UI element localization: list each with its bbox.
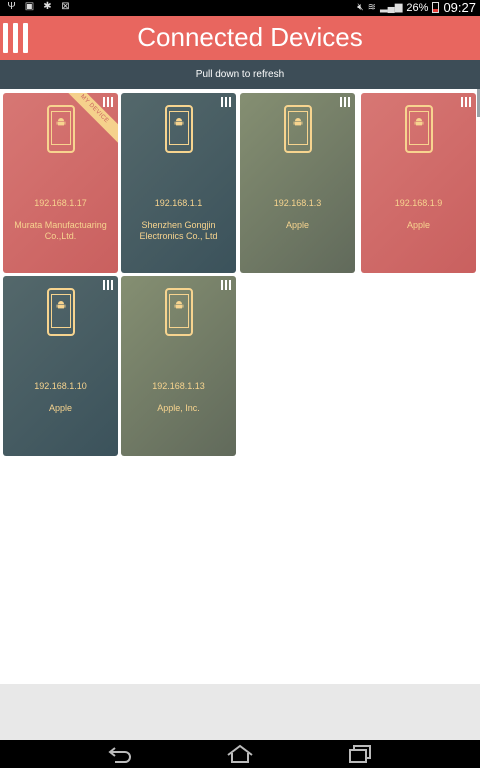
page-title: Connected Devices bbox=[137, 22, 363, 52]
drag-handle-icon[interactable] bbox=[461, 97, 471, 107]
back-icon[interactable] bbox=[105, 744, 135, 764]
phone-icon bbox=[164, 105, 193, 153]
android-icon bbox=[414, 118, 423, 126]
android-debug-icon: ✱ bbox=[43, 1, 52, 12]
status-bar: Ψ ▣ ✱ ⊠ 🔇︎ ≋ ▂▄▆ 26% 09:27 bbox=[0, 0, 480, 16]
bottom-panel bbox=[0, 684, 480, 740]
device-card[interactable]: 192.168.1.10 Apple bbox=[3, 276, 118, 456]
home-icon[interactable] bbox=[225, 744, 255, 764]
drag-handle-icon[interactable] bbox=[221, 280, 231, 290]
device-card[interactable]: 192.168.1.17 Murata Manufactuaring Co.,L… bbox=[3, 93, 118, 273]
phone-icon bbox=[283, 105, 312, 153]
device-grid: 192.168.1.17 Murata Manufactuaring Co.,L… bbox=[0, 89, 480, 689]
battery-percent: 26% bbox=[406, 1, 429, 14]
refresh-hint: Pull down to refresh bbox=[0, 60, 480, 89]
drag-handle-icon[interactable] bbox=[103, 97, 113, 107]
android-icon bbox=[174, 118, 183, 126]
device-vendor: Apple bbox=[406, 220, 431, 230]
signal-icon: ▂▄▆ bbox=[379, 2, 403, 13]
navigation-bar bbox=[0, 740, 480, 768]
device-vendor: Murata Manufactuaring Co.,Ltd. bbox=[14, 220, 107, 241]
device-ip: 192.168.1.13 bbox=[152, 381, 205, 391]
device-vendor: Apple bbox=[48, 403, 73, 413]
device-vendor: Shenzhen Gongjin Electronics Co., Ltd bbox=[139, 220, 218, 241]
android-icon bbox=[293, 118, 302, 126]
clock: 09:27 bbox=[443, 0, 476, 15]
device-ip: 192.168.1.3 bbox=[273, 198, 322, 208]
mute-icon: 🔇︎ bbox=[357, 2, 364, 13]
drag-handle-icon[interactable] bbox=[221, 97, 231, 107]
device-vendor: Apple, Inc. bbox=[157, 403, 200, 413]
drag-handle-icon[interactable] bbox=[340, 97, 350, 107]
device-ip: 192.168.1.10 bbox=[34, 381, 87, 391]
phone-icon bbox=[46, 288, 75, 336]
recent-apps-icon[interactable] bbox=[345, 744, 375, 764]
android-icon bbox=[174, 301, 183, 309]
device-ip: 192.168.1.17 bbox=[34, 198, 87, 208]
battery-icon bbox=[432, 2, 440, 13]
wifi-icon: ≋ bbox=[367, 2, 376, 13]
phone-icon bbox=[46, 105, 75, 153]
device-card[interactable]: 192.168.1.3 Apple bbox=[240, 93, 355, 273]
app-bar: Connected Devices bbox=[0, 16, 480, 60]
device-ip: 192.168.1.1 bbox=[154, 198, 203, 208]
image-icon: ▣ bbox=[24, 1, 35, 12]
device-card[interactable]: 192.168.1.1 Shenzhen Gongjin Electronics… bbox=[121, 93, 236, 273]
phone-icon bbox=[404, 105, 433, 153]
device-card[interactable]: 192.168.1.13 Apple, Inc. bbox=[121, 276, 236, 456]
device-ip: 192.168.1.9 bbox=[394, 198, 443, 208]
device-vendor: Apple bbox=[285, 220, 310, 230]
phone-icon bbox=[164, 288, 193, 336]
exchange-icon: ⊠ bbox=[61, 1, 70, 12]
android-icon bbox=[56, 118, 65, 126]
android-icon bbox=[56, 301, 65, 309]
usb-icon: Ψ bbox=[7, 1, 16, 12]
drag-handle-icon[interactable] bbox=[103, 280, 113, 290]
device-card[interactable]: 192.168.1.9 Apple bbox=[361, 93, 476, 273]
